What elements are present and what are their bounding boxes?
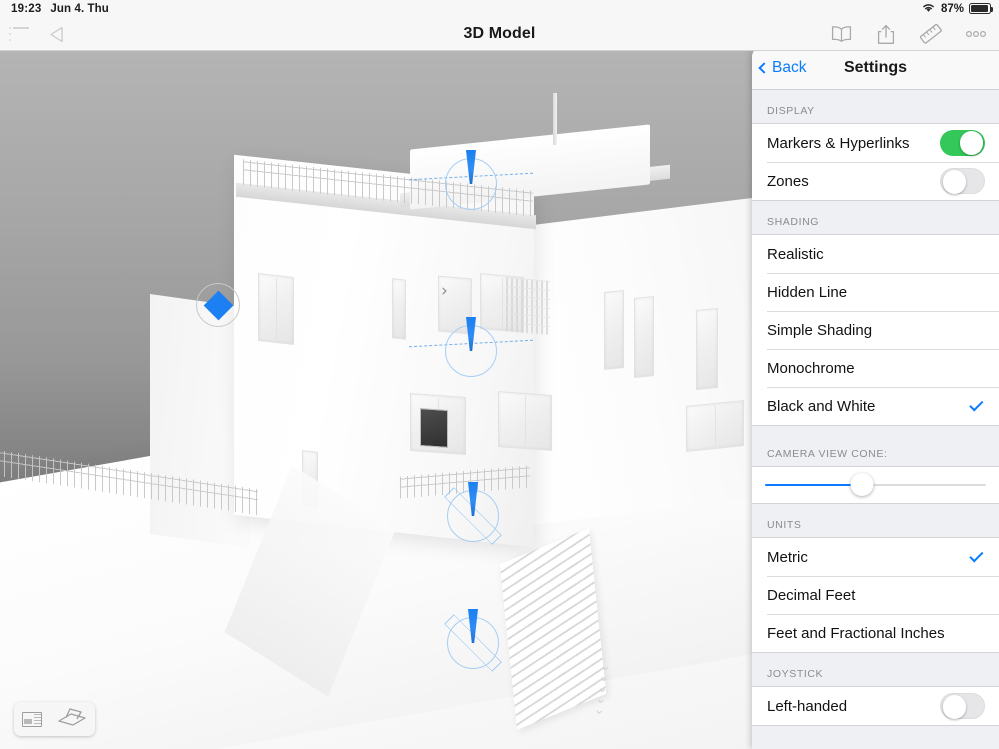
row-label: Realistic bbox=[767, 245, 824, 263]
share-icon[interactable] bbox=[867, 17, 905, 51]
nav-arrow-icon[interactable]: › bbox=[441, 281, 448, 301]
row-units-decimal-feet[interactable]: Decimal Feet bbox=[752, 576, 999, 614]
exterior-stairs bbox=[499, 528, 607, 730]
camera-view-cone-slider[interactable] bbox=[765, 473, 986, 496]
section-group-joystick: Left-handed bbox=[752, 686, 999, 726]
status-date: Jun 4. Thu bbox=[50, 2, 109, 15]
3d-model-icon[interactable] bbox=[57, 706, 87, 733]
status-time: 19:23 bbox=[11, 2, 42, 15]
more-options-icon[interactable] bbox=[957, 17, 995, 51]
window bbox=[392, 278, 406, 340]
row-units-feet-fractional-inches[interactable]: Feet and Fractional Inches bbox=[752, 614, 999, 652]
window bbox=[498, 391, 552, 451]
row-label: Decimal Feet bbox=[767, 586, 856, 604]
checkmark-icon bbox=[969, 396, 984, 411]
row-label: Left-handed bbox=[767, 697, 848, 715]
row-shading-black-and-white[interactable]: Black and White bbox=[752, 387, 999, 425]
settings-panel: Back Settings DISPLAY Markers & Hyperlin… bbox=[752, 46, 999, 749]
section-group-shading: Realistic Hidden Line Simple Shading Mon… bbox=[752, 234, 999, 426]
window bbox=[696, 307, 718, 391]
door-dark bbox=[420, 408, 448, 448]
chimney bbox=[553, 93, 557, 145]
row-shading-simple-shading[interactable]: Simple Shading bbox=[752, 311, 999, 349]
battery-icon bbox=[969, 3, 994, 14]
row-shading-hidden-line[interactable]: Hidden Line bbox=[752, 273, 999, 311]
row-label: Feet and Fractional Inches bbox=[767, 624, 945, 642]
row-label: Simple Shading bbox=[767, 321, 873, 339]
status-right-cluster: 87% bbox=[921, 2, 994, 16]
window bbox=[258, 273, 294, 345]
section-header-units: UNITS bbox=[752, 504, 999, 537]
section-header-camera-view-cone: CAMERA VIEW CONE: bbox=[752, 426, 999, 466]
row-markers-hyperlinks[interactable]: Markers & Hyperlinks bbox=[752, 124, 999, 162]
markers-hyperlinks-toggle[interactable] bbox=[940, 129, 985, 157]
book-icon[interactable] bbox=[822, 17, 860, 51]
hyperlink-diamond-icon bbox=[203, 290, 233, 320]
view-mode-toggle[interactable] bbox=[14, 702, 95, 736]
zones-toggle[interactable] bbox=[940, 167, 985, 195]
row-label: Zones bbox=[767, 172, 809, 190]
window bbox=[634, 295, 654, 379]
section-group-units: Metric Decimal Feet Feet and Fractional … bbox=[752, 537, 999, 653]
row-label: Black and White bbox=[767, 397, 876, 415]
row-shading-realistic[interactable]: Realistic bbox=[752, 235, 999, 273]
section-header-joystick: JOYSTICK bbox=[752, 653, 999, 686]
section-header-shading: SHADING bbox=[752, 201, 999, 234]
row-label: Hidden Line bbox=[767, 283, 848, 301]
slider-fill bbox=[765, 484, 863, 486]
ruler-icon[interactable] bbox=[912, 17, 950, 51]
row-label: Monochrome bbox=[767, 359, 855, 377]
window bbox=[686, 399, 744, 453]
status-bar: 19:23 Jun 4. Thu 87% bbox=[0, 0, 999, 17]
row-zones[interactable]: Zones bbox=[752, 162, 999, 200]
floor-plan-icon[interactable] bbox=[21, 711, 42, 727]
camera-view-cone-slider-row[interactable] bbox=[752, 466, 999, 504]
app-root: 19:23 Jun 4. Thu 87% 3D Model ⌄ ⌄ ⌄ ⌄ ⌄ … bbox=[0, 0, 999, 749]
section-header-display: DISPLAY bbox=[752, 90, 999, 123]
window bbox=[604, 289, 624, 371]
battery-percent: 87% bbox=[940, 2, 964, 15]
settings-panel-header: Back Settings bbox=[752, 46, 999, 90]
toolbar-right-group bbox=[822, 17, 995, 51]
back-button-label: Back bbox=[772, 58, 807, 76]
section-group-display: Markers & Hyperlinks Zones bbox=[752, 123, 999, 201]
checkmark-icon bbox=[969, 547, 984, 562]
wifi-icon bbox=[921, 2, 936, 16]
bookshelf bbox=[506, 277, 550, 335]
row-units-metric[interactable]: Metric bbox=[752, 538, 999, 576]
slider-thumb[interactable] bbox=[850, 473, 874, 496]
chevron-left-icon bbox=[758, 61, 770, 74]
row-shading-monochrome[interactable]: Monochrome bbox=[752, 349, 999, 387]
back-button[interactable]: Back bbox=[758, 58, 807, 77]
left-handed-toggle[interactable] bbox=[940, 692, 985, 720]
row-left-handed[interactable]: Left-handed bbox=[752, 687, 999, 725]
toolbar: 3D Model bbox=[0, 17, 999, 51]
hyperlink-marker-left[interactable] bbox=[196, 283, 240, 327]
row-label: Metric bbox=[767, 548, 808, 566]
row-label: Markers & Hyperlinks bbox=[767, 134, 910, 152]
